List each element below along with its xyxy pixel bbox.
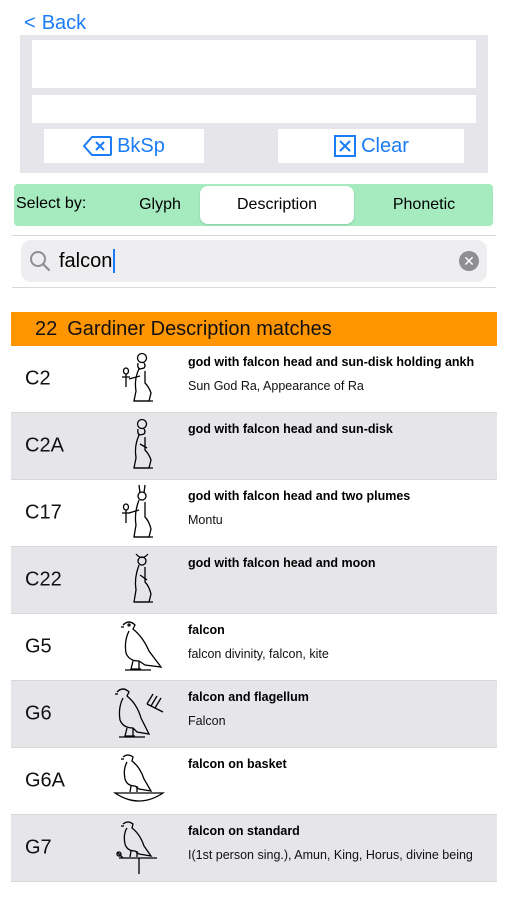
table-row[interactable]: C22 god with falcon head and moon (11, 547, 497, 614)
glyph-description: falcon (188, 623, 225, 637)
falcon-god-moon-icon (109, 550, 171, 610)
clear-icon (333, 134, 357, 158)
seated-falcon-god-ankh-icon (109, 349, 171, 409)
gardiner-code: G5 (25, 635, 52, 658)
gardiner-code: C17 (25, 501, 62, 524)
gardiner-code: G7 (25, 836, 52, 859)
results-header: 22 Gardiner Description matches (11, 312, 497, 346)
glyph-description: god with falcon head and sun-disk (188, 422, 393, 436)
search-input-text[interactable]: falcon (59, 249, 116, 273)
back-label: Back (41, 12, 87, 34)
select-by-label: Select by: (16, 195, 87, 212)
glyph-entry-panel: BkSp Clear (20, 35, 488, 173)
select-by-bar: Select by: Glyph Description Phonetic (14, 184, 493, 226)
glyph-description: god with falcon head and two plumes (188, 489, 411, 503)
glyph-description: god with falcon head and sun-disk holdin… (188, 355, 475, 369)
glyph-notes: falcon divinity, falcon, kite (188, 647, 329, 661)
glyph-notes: Sun God Ra, Appearance of Ra (188, 379, 364, 393)
glyph-description: god with falcon head and moon (188, 556, 376, 570)
backspace-label: BkSp (117, 134, 165, 157)
results-list: C2 god with falcon head and sun-disk hol… (11, 346, 497, 882)
falcon-icon (109, 617, 171, 677)
table-row[interactable]: C17 god with falcon head and two plumes … (11, 480, 497, 547)
divider (12, 287, 496, 288)
gardiner-code: C22 (25, 568, 62, 591)
glyph-notes: I(1st person sing.), Amun, King, Horus, … (188, 848, 473, 862)
table-row[interactable]: G5 falcon falcon divinity, falcon, kite (11, 614, 497, 681)
results-count: 22 (35, 317, 58, 340)
gardiner-code: G6 (25, 702, 52, 725)
falcon-standard-icon (109, 818, 171, 878)
search-icon (29, 250, 51, 277)
divider (12, 235, 496, 236)
results-title: Gardiner Description matches (67, 317, 332, 340)
gardiner-code: C2A (25, 434, 64, 457)
backspace-icon (83, 135, 113, 157)
backspace-button[interactable]: BkSp (44, 129, 204, 163)
table-row[interactable]: G6 falcon and flagellum Falcon (11, 681, 497, 748)
seated-falcon-god-icon (109, 416, 171, 476)
clear-search-icon[interactable]: ✕ (459, 251, 479, 271)
segment-description[interactable]: Description (200, 186, 354, 224)
clear-button[interactable]: Clear (278, 129, 464, 163)
glyph-description: falcon on basket (188, 757, 287, 771)
table-row[interactable]: G6A falcon on basket (11, 748, 497, 815)
transliteration-field[interactable] (32, 95, 476, 123)
glyph-entry-field[interactable] (32, 40, 476, 88)
segment-phonetic[interactable]: Phonetic (354, 186, 494, 224)
back-button[interactable]: < Back (24, 12, 86, 35)
glyph-description: falcon and flagellum (188, 690, 309, 704)
falcon-basket-icon (109, 751, 171, 811)
search-field[interactable]: falcon ✕ (21, 240, 487, 282)
falcon-god-plumes-icon (109, 483, 171, 543)
glyph-notes: Montu (188, 513, 223, 527)
gardiner-code: G6A (25, 769, 66, 792)
glyph-description: falcon on standard (188, 824, 300, 838)
table-row[interactable]: G7 falcon on standard I(1st person sing.… (11, 815, 497, 882)
glyph-notes: Falcon (188, 714, 226, 728)
chevron-left-icon: < (24, 12, 36, 34)
gardiner-code: C2 (25, 367, 51, 390)
table-row[interactable]: C2A god with falcon head and sun-disk (11, 413, 497, 480)
table-row[interactable]: C2 god with falcon head and sun-disk hol… (11, 346, 497, 413)
clear-label: Clear (361, 134, 409, 157)
falcon-flagellum-icon (109, 684, 171, 744)
